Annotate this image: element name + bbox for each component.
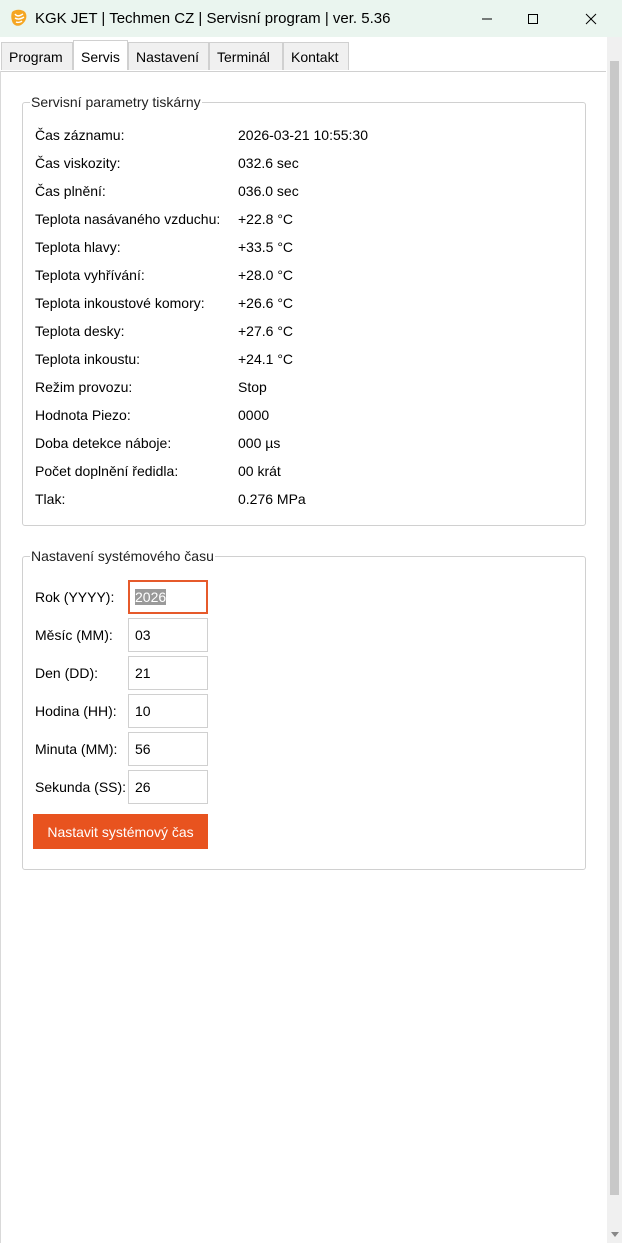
tab-kontakt[interactable]: Kontakt [283,42,349,70]
title-bar: KGK JET | Techmen CZ | Servisní program … [0,0,622,37]
tab-program[interactable]: Program [1,42,73,70]
param-value: 000 µs [238,435,281,451]
app-logo-icon [9,8,29,28]
param-value: 0.276 MPa [238,491,306,507]
param-row: Teplota vyhřívání: +28.0 °C [35,267,535,295]
param-row: Teplota nasávaného vzduchu: +22.8 °C [35,211,535,239]
param-value: +28.0 °C [238,267,294,283]
minute-input-value: 56 [135,741,151,757]
param-label: Čas záznamu: [35,127,125,143]
tab-servis[interactable]: Servis [73,40,128,70]
param-row: Čas záznamu: 2026-03-21 10:55:30 [35,127,535,155]
param-value: 032.6 sec [238,155,299,171]
day-input-value: 21 [135,665,151,681]
param-label: Čas plnění: [35,183,106,199]
time-field-label-day: Den (DD): [35,665,99,681]
param-row: Čas plnění: 036.0 sec [35,183,535,211]
param-row: Teplota desky: +27.6 °C [35,323,535,351]
service-params-title: Servisní parametry tiskárny [30,94,202,110]
time-field-label-minute: Minuta (MM): [35,741,118,757]
close-icon [585,13,597,24]
year-input[interactable]: 2026 [128,580,208,614]
tab-nastaveni[interactable]: Nastavení [128,42,209,70]
second-input[interactable]: 26 [128,770,208,804]
time-field-label-second: Sekunda (SS): [35,779,127,795]
time-field-label-year: Rok (YYYY): [35,589,115,605]
time-field-label-hour: Hodina (HH): [35,703,117,719]
param-row: Doba detekce náboje: 000 µs [35,435,535,463]
param-row: Teplota hlavy: +33.5 °C [35,239,535,267]
system-time-group: Nastavení systémového času Rok (YYYY): 20… [22,548,586,870]
param-label: Teplota inkoustové komory: [35,295,205,311]
maximize-button[interactable] [510,0,556,37]
tab-bar: Program Servis Nastavení Terminál Kontak… [0,37,606,72]
param-label: Teplota nasávaného vzduchu: [35,211,221,227]
param-label: Čas viskozity: [35,155,121,171]
scrollbar-thumb[interactable] [610,61,619,1195]
minute-input[interactable]: 56 [128,732,208,766]
param-value: 2026-03-21 10:55:30 [238,127,368,143]
time-field-label-month: Měsíc (MM): [35,627,113,643]
param-value: 0000 [238,407,270,423]
param-value: +22.8 °C [238,211,294,227]
minimize-button[interactable] [464,0,510,37]
param-row: Čas viskozity: 032.6 sec [35,155,535,183]
window-title: KGK JET | Techmen CZ | Servisní program … [35,10,391,27]
set-system-time-button[interactable]: Nastavit systémový čas [33,814,208,849]
minimize-icon [482,18,492,19]
maximize-icon [528,13,538,24]
param-value: +27.6 °C [238,323,294,339]
service-params-list: Čas záznamu: 2026-03-21 10:55:30 Čas visko… [35,127,535,519]
param-label: Teplota desky: [35,323,125,339]
param-label: Teplota hlavy: [35,239,121,255]
month-input[interactable]: 03 [128,618,208,652]
param-label: Hodnota Piezo: [35,407,131,423]
hour-input[interactable]: 10 [128,694,208,728]
month-input-value: 03 [135,627,151,643]
param-value: +26.6 °C [238,295,294,311]
param-label: Teplota inkoustu: [35,351,141,367]
param-value: 00 krát [238,463,281,479]
chevron-down-icon [610,1232,619,1237]
hour-input-value: 10 [135,703,151,719]
service-params-group: Servisní parametry tiskárny Čas záznamu:… [22,94,586,526]
year-input-value: 2026 [135,589,167,605]
param-value: Stop [238,379,267,395]
param-row: Počet doplnění ředidla: 00 krát [35,463,535,491]
param-row: Teplota inkoustové komory: +26.6 °C [35,295,535,323]
param-row: Tlak: 0.276 MPa [35,491,535,519]
scroll-down-button[interactable] [607,1227,622,1243]
content-border [0,71,1,1243]
param-label: Tlak: [35,491,66,507]
param-row: Hodnota Piezo: 0000 [35,407,535,435]
system-time-title: Nastavení systémového času [30,548,215,564]
param-value: +33.5 °C [238,239,294,255]
close-button[interactable] [568,0,614,37]
param-value: 036.0 sec [238,183,299,199]
tab-terminal[interactable]: Terminál [209,42,283,70]
param-value: +24.1 °C [238,351,294,367]
param-row: Režim provozu: Stop [35,379,535,407]
second-input-value: 26 [135,779,151,795]
param-label: Počet doplnění ředidla: [35,463,179,479]
vertical-scrollbar[interactable] [607,37,622,1243]
param-label: Režim provozu: [35,379,133,395]
param-label: Doba detekce náboje: [35,435,172,451]
param-row: Teplota inkoustu: +24.1 °C [35,351,535,379]
param-label: Teplota vyhřívání: [35,267,145,283]
day-input[interactable]: 21 [128,656,208,690]
